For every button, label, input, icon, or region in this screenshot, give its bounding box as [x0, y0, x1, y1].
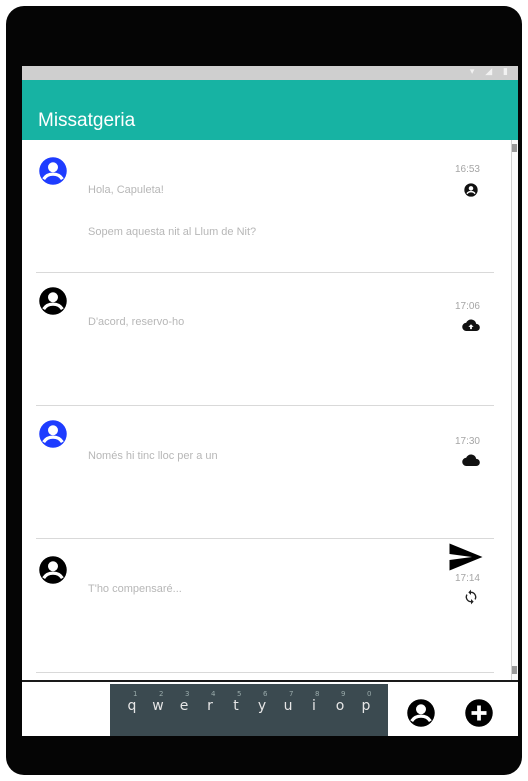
soft-keyboard[interactable]: q1w2e3r4t5y6u7i8o9p0 asdfghjkl [110, 684, 388, 736]
message-input[interactable] [26, 690, 100, 728]
key-o[interactable]: o9 [327, 690, 353, 714]
user-circle-icon [39, 287, 67, 315]
key-y[interactable]: y6 [249, 690, 275, 714]
key-w[interactable]: w2 [145, 690, 171, 714]
cloud-upload-icon [462, 319, 480, 332]
message-text: Només hi tinc lloc per a un [88, 450, 218, 462]
scroll-up-icon[interactable] [512, 144, 517, 152]
app-toolbar: Missatgeria [22, 80, 518, 140]
message-text: Hola, Capuleta! [88, 184, 164, 196]
user-circle-icon[interactable] [406, 698, 436, 728]
message-item[interactable]: Hola, Capuleta! Sopem aquesta nit al Llu… [22, 140, 518, 273]
user-circle-icon [39, 420, 67, 448]
key-p[interactable]: p0 [353, 690, 379, 714]
compose-bar: q1w2e3r4t5y6u7i8o9p0 asdfghjkl [22, 680, 518, 736]
message-time: 17:30 [454, 436, 480, 447]
key-q[interactable]: q1 [119, 690, 145, 714]
sync-icon [465, 589, 477, 605]
keyboard-row: q1w2e3r4t5y6u7i8o9p0 [110, 690, 388, 714]
key-r[interactable]: r4 [197, 690, 223, 714]
message-text: T'ho compensaré... [88, 583, 182, 595]
message-item[interactable]: T'ho compensaré... 17:14 [22, 539, 518, 680]
message-item[interactable]: D'acord, reservo-ho 17:06 [22, 273, 518, 406]
add-circle-icon[interactable] [464, 698, 494, 728]
message-item[interactable]: Només hi tinc lloc per a un 17:30 [22, 406, 518, 539]
message-text: Sopem aquesta nit al Llum de Nit? [88, 226, 257, 238]
key-t[interactable]: t5 [223, 690, 249, 714]
divider [36, 672, 494, 673]
message-time: 17:06 [454, 301, 480, 312]
user-circle-icon [39, 556, 67, 584]
message-text: D'acord, reservo-ho [88, 316, 185, 328]
user-circle-icon [464, 183, 478, 197]
user-circle-icon [39, 157, 67, 185]
key-u[interactable]: u7 [275, 690, 301, 714]
cloud-icon [462, 454, 480, 467]
key-e[interactable]: e3 [171, 690, 197, 714]
scroll-down-icon[interactable] [512, 666, 517, 674]
app-screen: ▾ ◢ ▮ Missatgeria Hola, Capuleta! Sopem … [22, 66, 518, 736]
status-bar: ▾ ◢ ▮ [22, 66, 518, 80]
send-icon[interactable] [448, 542, 484, 572]
key-i[interactable]: i8 [301, 690, 327, 714]
message-time: 17:14 [454, 573, 480, 584]
scrollbar[interactable] [511, 140, 518, 680]
message-list[interactable]: Hola, Capuleta! Sopem aquesta nit al Llu… [22, 140, 518, 680]
status-icons: ▾ ◢ ▮ [469, 67, 512, 77]
app-title: Missatgeria [38, 110, 136, 131]
message-time: 16:53 [454, 164, 480, 175]
